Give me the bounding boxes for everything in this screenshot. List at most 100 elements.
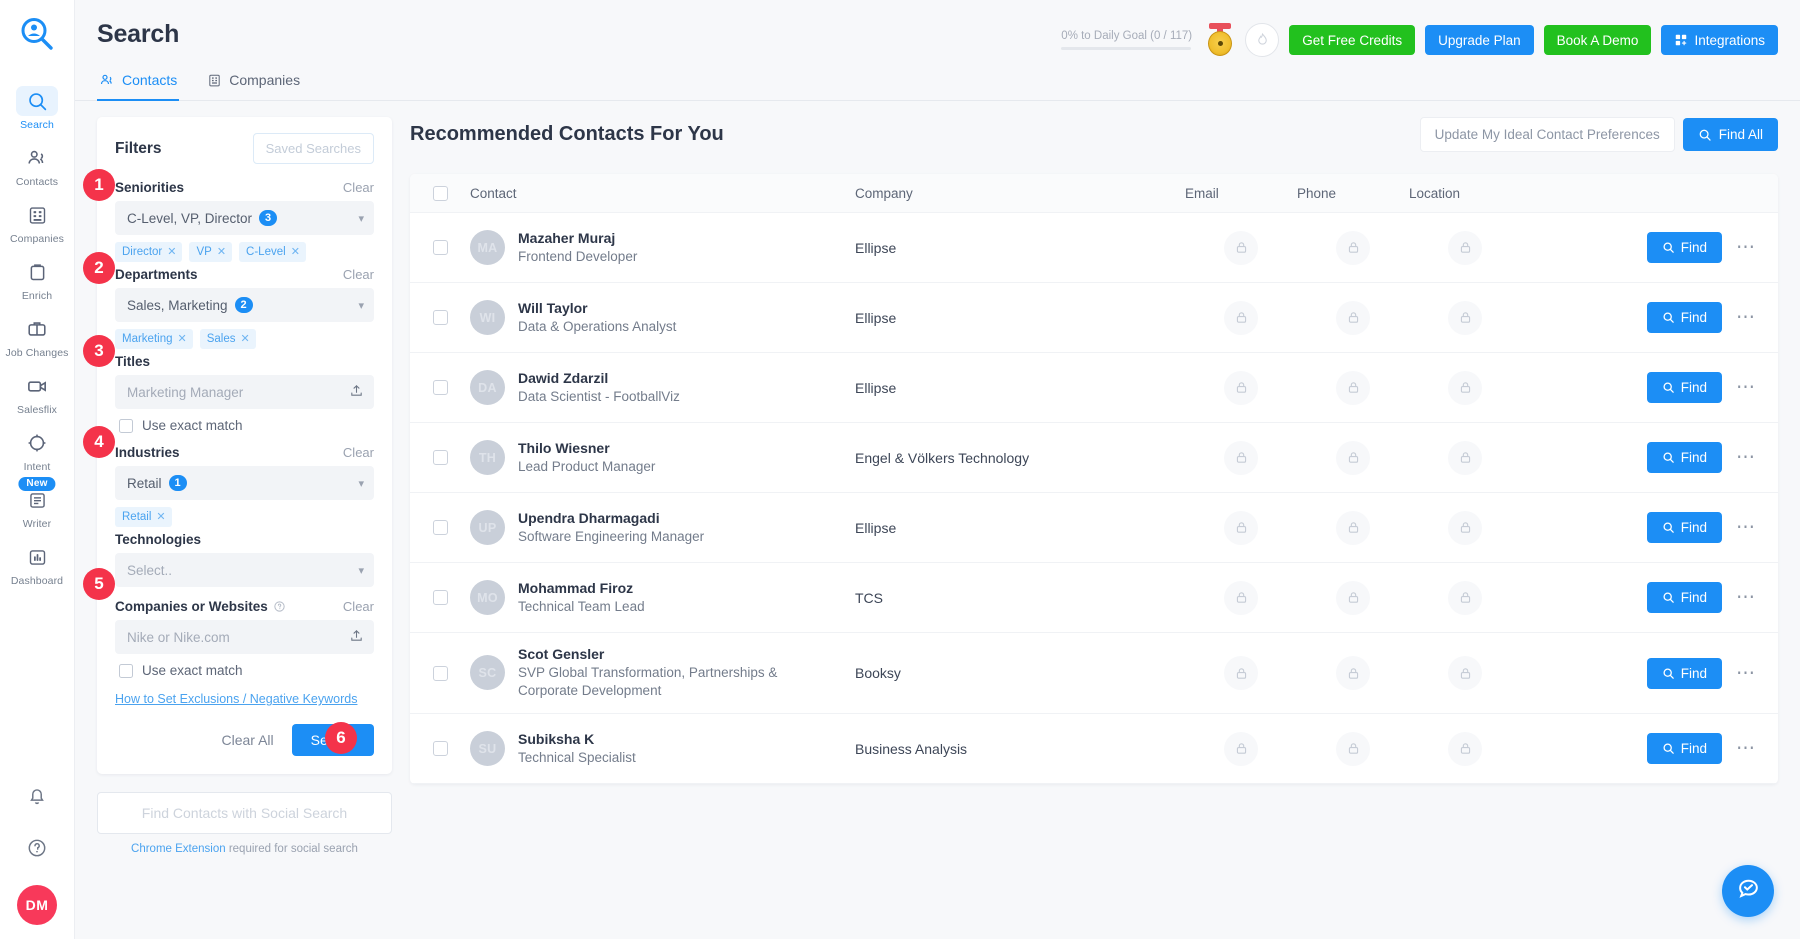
upgrade-plan-button[interactable]: Upgrade Plan: [1425, 25, 1534, 55]
sidebar-item-search[interactable]: Search: [0, 79, 75, 136]
table-row[interactable]: MO Mohammad Firoz Technical Team Lead TC…: [410, 563, 1778, 633]
book-a-demo-button[interactable]: Book A Demo: [1544, 25, 1652, 55]
row-more-menu-icon[interactable]: ⋯: [1734, 378, 1758, 397]
integrations-button[interactable]: Integrations: [1661, 25, 1778, 55]
find-button[interactable]: Find: [1647, 232, 1722, 263]
location-cell[interactable]: [1409, 511, 1521, 545]
find-button[interactable]: Find: [1647, 582, 1722, 613]
chat-support-button[interactable]: [1722, 865, 1774, 917]
lock-icon[interactable]: [1448, 231, 1482, 265]
technologies-select[interactable]: Select.. ▾: [115, 553, 374, 587]
exclusions-link[interactable]: How to Set Exclusions / Negative Keyword…: [115, 692, 357, 706]
lock-icon[interactable]: [1224, 441, 1258, 475]
phone-cell[interactable]: [1297, 511, 1409, 545]
phone-cell[interactable]: [1297, 732, 1409, 766]
avatar[interactable]: DM: [17, 885, 57, 925]
lock-icon[interactable]: [1224, 511, 1258, 545]
find-button[interactable]: Find: [1647, 733, 1722, 764]
sidebar-item-intent[interactable]: Intent: [0, 421, 75, 478]
lock-icon[interactable]: [1224, 301, 1258, 335]
help-icon[interactable]: [16, 833, 58, 863]
companies-exact-match-checkbox[interactable]: [119, 664, 133, 678]
lock-icon[interactable]: [1448, 371, 1482, 405]
phone-cell[interactable]: [1297, 581, 1409, 615]
table-row[interactable]: SU Subiksha K Technical Specialist Busin…: [410, 714, 1778, 784]
sidebar-item-dashboard[interactable]: Dashboard: [0, 535, 75, 592]
upload-icon[interactable]: [349, 628, 364, 646]
lock-icon[interactable]: [1448, 732, 1482, 766]
chip[interactable]: C-Level✕: [239, 242, 306, 262]
clear-all-button[interactable]: Clear All: [222, 732, 274, 748]
find-all-button[interactable]: Find All: [1683, 118, 1778, 151]
saved-searches-button[interactable]: Saved Searches: [253, 133, 374, 164]
chip[interactable]: Director✕: [115, 242, 182, 262]
location-cell[interactable]: [1409, 581, 1521, 615]
lock-icon[interactable]: [1448, 441, 1482, 475]
seniorities-select[interactable]: C-Level, VP, Director 3 ▾: [115, 201, 374, 235]
table-row[interactable]: DA Dawid Zdarzil Data Scientist - Footba…: [410, 353, 1778, 423]
row-checkbox[interactable]: [433, 240, 448, 255]
lock-icon[interactable]: [1336, 511, 1370, 545]
chip[interactable]: VP✕: [189, 242, 232, 262]
titles-exact-match-checkbox[interactable]: [119, 419, 133, 433]
email-cell[interactable]: [1185, 441, 1297, 475]
location-cell[interactable]: [1409, 301, 1521, 335]
upload-icon[interactable]: [349, 383, 364, 401]
find-button[interactable]: Find: [1647, 442, 1722, 473]
find-button[interactable]: Find: [1647, 658, 1722, 689]
chip[interactable]: Retail✕: [115, 507, 172, 527]
row-checkbox[interactable]: [433, 310, 448, 325]
find-button[interactable]: Find: [1647, 372, 1722, 403]
close-icon[interactable]: ✕: [291, 245, 300, 258]
sidebar-item-companies[interactable]: Companies: [0, 193, 75, 250]
close-icon[interactable]: ✕: [178, 332, 187, 345]
lock-icon[interactable]: [1448, 656, 1482, 690]
email-cell[interactable]: [1185, 231, 1297, 265]
tab-contacts[interactable]: Contacts: [97, 66, 179, 101]
lock-icon[interactable]: [1448, 511, 1482, 545]
sidebar-item-contacts[interactable]: Contacts: [0, 136, 75, 193]
email-cell[interactable]: [1185, 581, 1297, 615]
row-checkbox[interactable]: [433, 741, 448, 756]
lock-icon[interactable]: [1336, 581, 1370, 615]
location-cell[interactable]: [1409, 441, 1521, 475]
clear-companies-websites[interactable]: Clear: [343, 599, 374, 614]
row-more-menu-icon[interactable]: ⋯: [1734, 739, 1758, 758]
chrome-extension-link[interactable]: Chrome Extension: [131, 843, 226, 855]
lock-icon[interactable]: [1224, 581, 1258, 615]
close-icon[interactable]: ✕: [167, 245, 176, 258]
lock-icon[interactable]: [1224, 231, 1258, 265]
row-checkbox[interactable]: [433, 520, 448, 535]
phone-cell[interactable]: [1297, 301, 1409, 335]
row-more-menu-icon[interactable]: ⋯: [1734, 588, 1758, 607]
industries-select[interactable]: Retail 1 ▾: [115, 466, 374, 500]
location-cell[interactable]: [1409, 656, 1521, 690]
tab-companies[interactable]: Companies: [205, 66, 302, 101]
find-button[interactable]: Find: [1647, 302, 1722, 333]
companies-websites-input[interactable]: Nike or Nike.com: [115, 620, 374, 654]
bell-icon[interactable]: [16, 781, 58, 811]
sidebar-item-salesflix[interactable]: Salesflix: [0, 364, 75, 421]
table-row[interactable]: SC Scot Gensler SVP Global Transformatio…: [410, 633, 1778, 714]
email-cell[interactable]: [1185, 301, 1297, 335]
medal-icon[interactable]: [1205, 23, 1235, 57]
chip[interactable]: Marketing✕: [115, 329, 193, 349]
lock-icon[interactable]: [1448, 301, 1482, 335]
help-icon[interactable]: [273, 600, 286, 613]
close-icon[interactable]: ✕: [217, 245, 226, 258]
sidebar-item-writer[interactable]: New Writer: [0, 478, 75, 535]
find-contacts-social-search-button[interactable]: Find Contacts with Social Search: [97, 792, 392, 834]
row-more-menu-icon[interactable]: ⋯: [1734, 664, 1758, 683]
titles-input[interactable]: Marketing Manager: [115, 375, 374, 409]
email-cell[interactable]: [1185, 656, 1297, 690]
phone-cell[interactable]: [1297, 656, 1409, 690]
lock-icon[interactable]: [1336, 371, 1370, 405]
lock-icon[interactable]: [1336, 301, 1370, 335]
row-more-menu-icon[interactable]: ⋯: [1734, 448, 1758, 467]
row-more-menu-icon[interactable]: ⋯: [1734, 518, 1758, 537]
table-row[interactable]: UP Upendra Dharmagadi Software Engineeri…: [410, 493, 1778, 563]
flame-icon[interactable]: [1245, 23, 1279, 57]
table-row[interactable]: TH Thilo Wiesner Lead Product Manager En…: [410, 423, 1778, 493]
find-button[interactable]: Find: [1647, 512, 1722, 543]
sidebar-item-job-changes[interactable]: Job Changes: [0, 307, 75, 364]
